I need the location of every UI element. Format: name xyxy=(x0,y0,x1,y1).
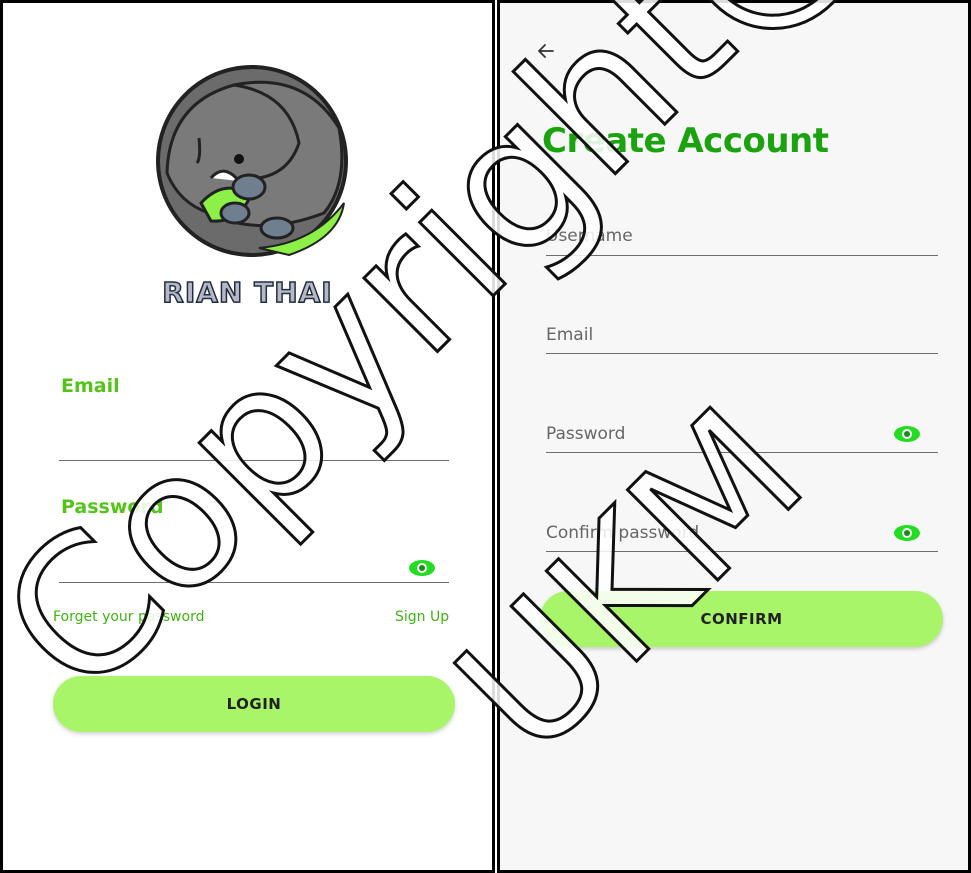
password-field[interactable]: Password xyxy=(546,424,625,444)
login-screen: RIAN THAI Email Password Forget your pas… xyxy=(0,0,495,873)
email-label: Email xyxy=(61,375,120,397)
username-field[interactable]: Username xyxy=(546,226,633,246)
create-account-screen: Create Account Username Email Password C… xyxy=(497,0,971,873)
login-button[interactable]: LOGIN xyxy=(53,676,455,732)
page-title: Create Account xyxy=(542,121,829,161)
email-input[interactable] xyxy=(59,403,449,459)
email-underline xyxy=(59,460,449,461)
confirm-button[interactable]: CONFIRM xyxy=(540,591,943,647)
password-input[interactable] xyxy=(59,525,399,581)
brand-name: RIAN THAI xyxy=(162,275,333,310)
email-underline xyxy=(546,353,938,354)
eye-icon[interactable] xyxy=(893,524,921,542)
sign-up-link[interactable]: Sign Up xyxy=(395,609,449,625)
eye-icon[interactable] xyxy=(408,559,436,577)
email-field[interactable]: Email xyxy=(546,325,593,345)
eye-icon[interactable] xyxy=(893,425,921,443)
username-underline xyxy=(546,255,938,256)
arrow-left-icon[interactable] xyxy=(536,41,556,61)
password-underline xyxy=(59,582,449,583)
password-underline xyxy=(546,452,938,453)
confirm-password-field[interactable]: Confirm password xyxy=(546,523,699,543)
password-label: Password xyxy=(61,496,164,518)
elephant-logo xyxy=(139,63,365,259)
confirm-underline xyxy=(546,551,938,552)
forgot-password-link[interactable]: Forget your password xyxy=(53,609,204,625)
